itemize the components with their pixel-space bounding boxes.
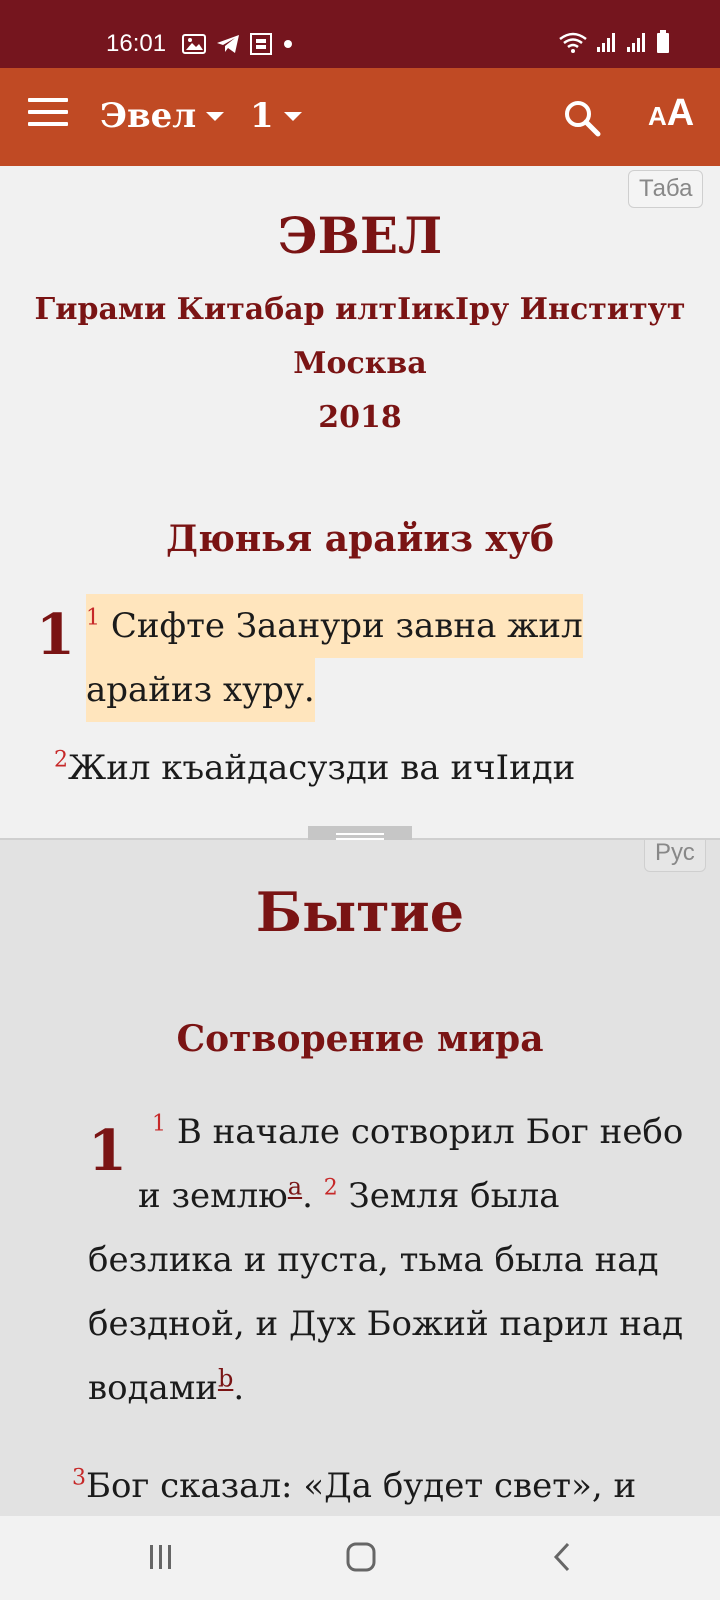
chapter-selector[interactable]: 1	[250, 96, 302, 136]
publication-year: 2018	[318, 400, 402, 435]
text-size-icon[interactable]: AA	[648, 92, 694, 135]
footnote-b-link[interactable]: b	[218, 1365, 233, 1393]
verse-line[interactable]: и землюa. 2 Земля была	[138, 1164, 560, 1228]
image-icon	[182, 34, 206, 54]
system-navigation-bar	[0, 1516, 720, 1600]
verse-line: безлика и пуста, тьма была над	[88, 1240, 659, 1280]
publisher-line: Гирами Китабар илтIикIру Институт	[34, 292, 686, 327]
publisher-city: Москва	[293, 346, 427, 381]
verse-line: бездной, и Дух Божий парил над	[88, 1304, 684, 1344]
stack-icon	[250, 33, 272, 55]
status-bar: 16:01	[0, 0, 720, 68]
section-heading: Дюнья арайиз хуб	[165, 518, 555, 560]
primary-language-chip[interactable]: Таба	[628, 170, 704, 208]
book-dropdown-icon	[206, 111, 225, 121]
back-icon[interactable]	[548, 1540, 578, 1574]
verse-1-line[interactable]: 1 В начале сотворил Бог небо	[152, 1100, 683, 1164]
menu-icon[interactable]	[28, 98, 68, 134]
section-heading: Сотворение мира	[176, 1018, 544, 1060]
secondary-text-pane[interactable]: Рус Бытие Сотворение мира 1 1 В начале с…	[0, 840, 720, 1516]
footnote-a-link[interactable]: a	[288, 1173, 302, 1201]
status-time: 16:01	[106, 30, 167, 57]
verse-2[interactable]: 2Жил къайдасузди ва ичIиди	[54, 736, 575, 800]
chapter-number: 1	[250, 96, 274, 136]
chapter-number: 1	[36, 602, 75, 668]
telegram-icon	[217, 35, 239, 53]
book-title: ЭВЕЛ	[277, 206, 443, 265]
battery-icon	[657, 30, 669, 53]
primary-text-pane[interactable]: Таба ЭВЕЛ Гирами Китабар илтIикIру Инсти…	[0, 166, 720, 840]
book-name: Эвел	[100, 96, 197, 136]
chapter-dropdown-icon	[283, 111, 302, 121]
signal-icon	[597, 33, 615, 52]
recent-apps-icon[interactable]	[146, 1542, 176, 1572]
verse-line[interactable]: водамиb.	[88, 1356, 244, 1420]
verse-number: 2	[54, 747, 68, 773]
verse-1[interactable]: 1 Сифте Заанури завна жил арайиз хуру.	[86, 594, 583, 722]
wifi-icon	[559, 32, 587, 53]
verse-number: 1	[152, 1111, 166, 1137]
secondary-language-chip[interactable]: Рус	[644, 840, 706, 872]
dot-icon	[284, 40, 292, 48]
book-selector[interactable]: Эвел	[100, 96, 225, 136]
chapter-number: 1	[88, 1118, 127, 1184]
signal-icon	[627, 33, 645, 52]
verse-3[interactable]: 3Бог сказал: «Да будет свет», и	[72, 1454, 636, 1516]
verse-number: 2	[323, 1175, 338, 1201]
search-icon[interactable]	[562, 98, 602, 138]
app-toolbar: Эвел 1 AA	[0, 68, 720, 166]
home-icon[interactable]	[344, 1540, 378, 1574]
verse-number: 3	[72, 1465, 86, 1491]
book-title: Бытие	[255, 880, 465, 944]
verse-number: 1	[86, 605, 100, 631]
